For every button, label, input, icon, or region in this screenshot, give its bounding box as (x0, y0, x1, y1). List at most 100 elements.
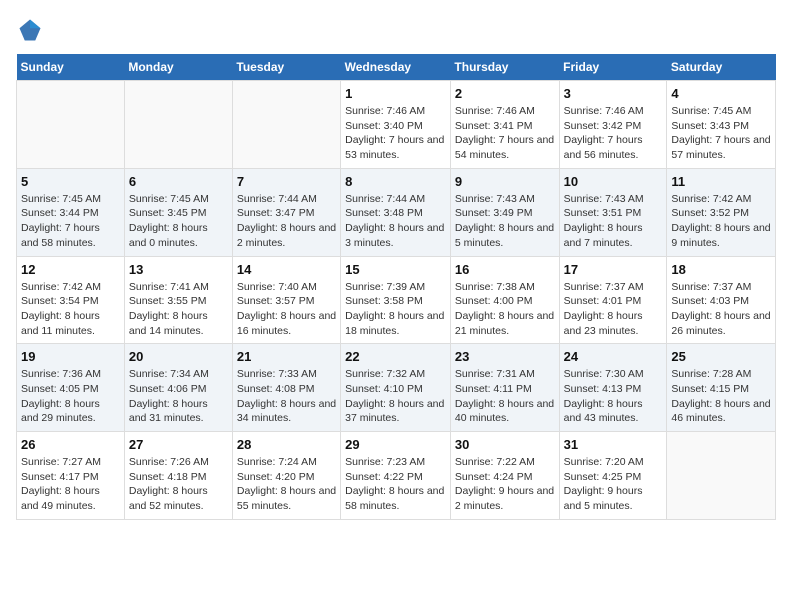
calendar-header-row: SundayMondayTuesdayWednesdayThursdayFrid… (17, 54, 776, 81)
day-info: Sunrise: 7:46 AM Sunset: 3:41 PM Dayligh… (455, 104, 555, 163)
calendar-table: SundayMondayTuesdayWednesdayThursdayFrid… (16, 54, 776, 520)
calendar-cell (17, 81, 125, 169)
day-info: Sunrise: 7:34 AM Sunset: 4:06 PM Dayligh… (129, 367, 228, 426)
day-number: 12 (21, 262, 120, 277)
calendar-cell: 12 Sunrise: 7:42 AM Sunset: 3:54 PM Dayli… (17, 256, 125, 344)
logo-icon (16, 16, 44, 44)
weekday-header: Saturday (667, 54, 776, 81)
calendar-cell: 9Sunrise: 7:43 AM Sunset: 3:49 PM Daylig… (450, 168, 559, 256)
weekday-header: Tuesday (232, 54, 340, 81)
calendar-cell: 3 Sunrise: 7:46 AM Sunset: 3:42 PM Daylig… (559, 81, 667, 169)
day-info: Sunrise: 7:46 AM Sunset: 3:42 PM Dayligh… (564, 104, 663, 163)
calendar-cell: 16 Sunrise: 7:38 AM Sunset: 4:00 PM Dayli… (450, 256, 559, 344)
weekday-header: Monday (124, 54, 232, 81)
calendar-cell: 18 Sunrise: 7:37 AM Sunset: 4:03 PM Dayli… (667, 256, 776, 344)
day-number: 25 (671, 349, 771, 364)
calendar-cell: 28 Sunrise: 7:24 AM Sunset: 4:20 PM Dayli… (232, 432, 340, 520)
day-info: Sunrise: 7:42 AM Sunset: 3:52 PM Dayligh… (671, 192, 771, 251)
day-info: Sunrise: 7:45 AM Sunset: 3:43 PM Dayligh… (671, 104, 771, 163)
calendar-week-row: 5 Sunrise: 7:45 AM Sunset: 3:44 PM Daylig… (17, 168, 776, 256)
logo (16, 16, 48, 44)
calendar-cell: 7Sunrise: 7:44 AM Sunset: 3:47 PM Daylig… (232, 168, 340, 256)
day-number: 27 (129, 437, 228, 452)
day-info: Sunrise: 7:44 AM Sunset: 3:48 PM Dayligh… (345, 192, 446, 251)
calendar-cell: 20 Sunrise: 7:34 AM Sunset: 4:06 PM Dayli… (124, 344, 232, 432)
day-info: Sunrise: 7:45 AM Sunset: 3:44 PM Dayligh… (21, 192, 120, 251)
page-header (16, 16, 776, 44)
weekday-header: Friday (559, 54, 667, 81)
day-number: 21 (237, 349, 336, 364)
day-number: 17 (564, 262, 663, 277)
day-number: 5 (21, 174, 120, 189)
day-number: 20 (129, 349, 228, 364)
day-info: Sunrise: 7:27 AM Sunset: 4:17 PM Dayligh… (21, 455, 120, 514)
day-info: Sunrise: 7:45 AM Sunset: 3:45 PM Dayligh… (129, 192, 228, 251)
day-info: Sunrise: 7:20 AM Sunset: 4:25 PM Dayligh… (564, 455, 663, 514)
day-number: 2 (455, 86, 555, 101)
day-info: Sunrise: 7:31 AM Sunset: 4:11 PM Dayligh… (455, 367, 555, 426)
day-info: Sunrise: 7:37 AM Sunset: 4:01 PM Dayligh… (564, 280, 663, 339)
day-info: Sunrise: 7:42 AM Sunset: 3:54 PM Dayligh… (21, 280, 120, 339)
calendar-cell: 1 Sunrise: 7:46 AM Sunset: 3:40 PM Daylig… (341, 81, 451, 169)
day-info: Sunrise: 7:23 AM Sunset: 4:22 PM Dayligh… (345, 455, 446, 514)
calendar-cell: 26 Sunrise: 7:27 AM Sunset: 4:17 PM Dayli… (17, 432, 125, 520)
day-info: Sunrise: 7:32 AM Sunset: 4:10 PM Dayligh… (345, 367, 446, 426)
calendar-cell: 6Sunrise: 7:45 AM Sunset: 3:45 PM Daylig… (124, 168, 232, 256)
day-number: 3 (564, 86, 663, 101)
calendar-cell: 25 Sunrise: 7:28 AM Sunset: 4:15 PM Dayli… (667, 344, 776, 432)
day-number: 8 (345, 174, 446, 189)
calendar-cell (232, 81, 340, 169)
calendar-cell: 29Sunrise: 7:23 AM Sunset: 4:22 PM Dayli… (341, 432, 451, 520)
day-number: 11 (671, 174, 771, 189)
calendar-cell: 22 Sunrise: 7:32 AM Sunset: 4:10 PM Dayli… (341, 344, 451, 432)
day-number: 18 (671, 262, 771, 277)
calendar-cell: 15Sunrise: 7:39 AM Sunset: 3:58 PM Dayli… (341, 256, 451, 344)
day-number: 16 (455, 262, 555, 277)
day-number: 15 (345, 262, 446, 277)
day-info: Sunrise: 7:44 AM Sunset: 3:47 PM Dayligh… (237, 192, 336, 251)
day-number: 23 (455, 349, 555, 364)
calendar-week-row: 19Sunrise: 7:36 AM Sunset: 4:05 PM Dayli… (17, 344, 776, 432)
day-number: 4 (671, 86, 771, 101)
day-info: Sunrise: 7:28 AM Sunset: 4:15 PM Dayligh… (671, 367, 771, 426)
day-number: 26 (21, 437, 120, 452)
day-number: 22 (345, 349, 446, 364)
calendar-cell: 4 Sunrise: 7:45 AM Sunset: 3:43 PM Daylig… (667, 81, 776, 169)
weekday-header: Thursday (450, 54, 559, 81)
calendar-cell: 24Sunrise: 7:30 AM Sunset: 4:13 PM Dayli… (559, 344, 667, 432)
day-info: Sunrise: 7:43 AM Sunset: 3:51 PM Dayligh… (564, 192, 663, 251)
calendar-cell: 17 Sunrise: 7:37 AM Sunset: 4:01 PM Dayli… (559, 256, 667, 344)
calendar-cell: 30 Sunrise: 7:22 AM Sunset: 4:24 PM Dayli… (450, 432, 559, 520)
day-info: Sunrise: 7:40 AM Sunset: 3:57 PM Dayligh… (237, 280, 336, 339)
day-number: 13 (129, 262, 228, 277)
day-info: Sunrise: 7:22 AM Sunset: 4:24 PM Dayligh… (455, 455, 555, 514)
calendar-cell: 11 Sunrise: 7:42 AM Sunset: 3:52 PM Dayli… (667, 168, 776, 256)
calendar-cell: 19Sunrise: 7:36 AM Sunset: 4:05 PM Dayli… (17, 344, 125, 432)
calendar-cell: 10 Sunrise: 7:43 AM Sunset: 3:51 PM Dayli… (559, 168, 667, 256)
calendar-week-row: 26 Sunrise: 7:27 AM Sunset: 4:17 PM Dayli… (17, 432, 776, 520)
day-info: Sunrise: 7:24 AM Sunset: 4:20 PM Dayligh… (237, 455, 336, 514)
day-info: Sunrise: 7:43 AM Sunset: 3:49 PM Dayligh… (455, 192, 555, 251)
calendar-cell: 13Sunrise: 7:41 AM Sunset: 3:55 PM Dayli… (124, 256, 232, 344)
day-info: Sunrise: 7:38 AM Sunset: 4:00 PM Dayligh… (455, 280, 555, 339)
day-number: 10 (564, 174, 663, 189)
calendar-cell: 31Sunrise: 7:20 AM Sunset: 4:25 PM Dayli… (559, 432, 667, 520)
day-info: Sunrise: 7:37 AM Sunset: 4:03 PM Dayligh… (671, 280, 771, 339)
calendar-cell: 21 Sunrise: 7:33 AM Sunset: 4:08 PM Dayli… (232, 344, 340, 432)
calendar-cell: 8 Sunrise: 7:44 AM Sunset: 3:48 PM Daylig… (341, 168, 451, 256)
day-info: Sunrise: 7:46 AM Sunset: 3:40 PM Dayligh… (345, 104, 446, 163)
day-number: 19 (21, 349, 120, 364)
calendar-cell: 14Sunrise: 7:40 AM Sunset: 3:57 PM Dayli… (232, 256, 340, 344)
calendar-week-row: 1 Sunrise: 7:46 AM Sunset: 3:40 PM Daylig… (17, 81, 776, 169)
day-number: 28 (237, 437, 336, 452)
weekday-header: Wednesday (341, 54, 451, 81)
day-info: Sunrise: 7:26 AM Sunset: 4:18 PM Dayligh… (129, 455, 228, 514)
day-info: Sunrise: 7:33 AM Sunset: 4:08 PM Dayligh… (237, 367, 336, 426)
day-number: 30 (455, 437, 555, 452)
day-number: 1 (345, 86, 446, 101)
calendar-cell: 5 Sunrise: 7:45 AM Sunset: 3:44 PM Daylig… (17, 168, 125, 256)
calendar-cell: 2 Sunrise: 7:46 AM Sunset: 3:41 PM Daylig… (450, 81, 559, 169)
calendar-cell (667, 432, 776, 520)
calendar-cell: 27 Sunrise: 7:26 AM Sunset: 4:18 PM Dayli… (124, 432, 232, 520)
calendar-cell: 23 Sunrise: 7:31 AM Sunset: 4:11 PM Dayli… (450, 344, 559, 432)
